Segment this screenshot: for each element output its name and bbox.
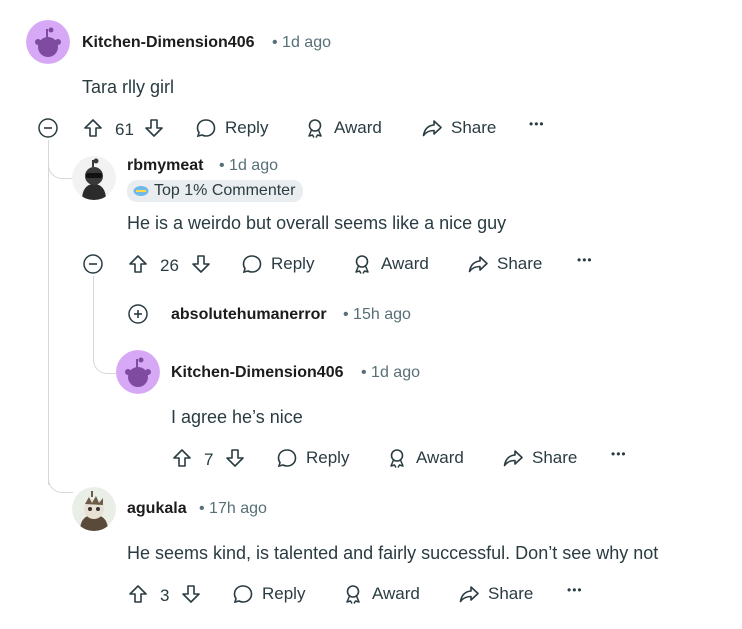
downvote-icon [226,449,244,467]
upvote-icon [129,255,147,273]
downvote-button[interactable] [180,583,202,605]
timestamp: • 17h ago [199,500,267,517]
upvote-button[interactable] [171,447,193,469]
upvote-button[interactable] [82,117,104,139]
avatar[interactable] [116,350,160,394]
award-icon [390,449,404,468]
vote-count: 61 [115,120,134,139]
share-icon [459,586,479,603]
reply-button[interactable]: Reply [241,253,314,275]
avatar[interactable] [26,20,70,64]
reply-button[interactable]: Reply [276,447,349,469]
award-button[interactable]: Award [351,253,429,275]
vote-count: 3 [160,586,170,605]
username[interactable]: Kitchen-Dimension406 [171,364,343,382]
thread-line [48,140,49,485]
vote-count: 7 [204,450,214,469]
downvote-icon [192,255,210,273]
more-icon: ••• [611,447,627,461]
comment-text: I agree he’s nice [171,407,303,427]
award-button[interactable]: Award [386,447,464,469]
more-options-button[interactable]: ••• [567,583,583,597]
comment-text: He is a weirdo but overall seems like a … [127,213,507,233]
more-options-button[interactable]: ••• [529,117,545,131]
reply-icon [242,255,262,274]
commenter-badge-icon [133,186,149,196]
thread-elbow [93,276,118,374]
upvote-icon [129,585,147,603]
award-icon [346,585,360,604]
thread-elbow [48,440,73,493]
reply-button[interactable]: Reply [232,583,305,605]
share-button[interactable]: Share [467,253,542,275]
downvote-button[interactable] [190,253,212,275]
timestamp: • 1d ago [361,364,420,381]
reply-icon [196,119,216,138]
avatar[interactable] [72,487,116,531]
award-icon [308,119,322,138]
timestamp: • 1d ago [272,34,331,51]
username[interactable]: absolutehumanerror [171,306,327,324]
collapse-thread-icon[interactable] [83,254,103,274]
upvote-button[interactable] [127,583,149,605]
upvote-icon [173,449,191,467]
user-flair-badge: Top 1% Commenter [127,180,304,202]
thread-elbow [48,140,73,179]
more-icon: ••• [577,253,593,267]
more-icon: ••• [529,117,545,131]
more-icon: ••• [567,583,583,597]
timestamp: • 1d ago [219,157,278,174]
award-button[interactable]: Award [342,583,420,605]
downvote-icon [182,585,200,603]
share-button[interactable]: Share [502,447,577,469]
share-button[interactable]: Share [421,117,496,139]
downvote-button[interactable] [143,117,165,139]
reply-icon [233,585,253,604]
avatar[interactable] [72,156,116,200]
upvote-icon [84,119,102,137]
comment-text: Tara rlly girl [82,77,175,97]
more-options-button[interactable]: ••• [611,447,627,461]
username[interactable]: agukala [127,500,187,518]
reply-button[interactable]: Reply [195,117,268,139]
collapse-thread-icon[interactable] [38,118,58,138]
share-icon [468,256,488,273]
username[interactable]: Kitchen-Dimension406 [82,34,254,52]
expand-thread-icon[interactable] [128,304,148,324]
share-icon [422,120,442,137]
award-icon [355,255,369,274]
reply-icon [277,449,297,468]
share-button[interactable]: Share [458,583,533,605]
comment-text: He seems kind, is talented and fairly su… [127,543,659,563]
share-icon [503,450,523,467]
downvote-icon [145,119,163,137]
downvote-button[interactable] [224,447,246,469]
vote-count: 26 [160,256,179,275]
username[interactable]: rbmymeat [127,157,203,175]
award-button[interactable]: Award [304,117,382,139]
timestamp: • 15h ago [343,306,411,323]
upvote-button[interactable] [127,253,149,275]
more-options-button[interactable]: ••• [577,253,593,267]
